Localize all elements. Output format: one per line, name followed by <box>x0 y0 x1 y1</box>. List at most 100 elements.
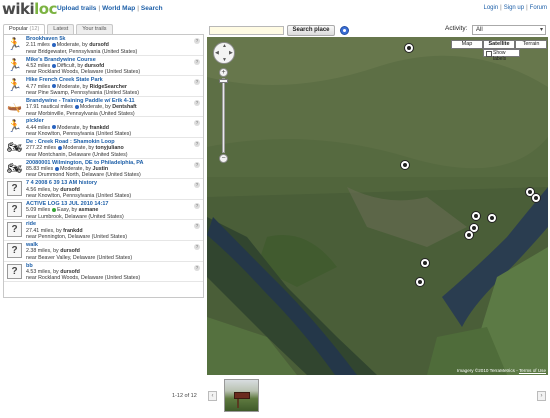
trail-list-item[interactable]: ? ACTIVE LOG 13 JUL 2010 14:17 5.09 miles E… <box>4 200 203 221</box>
tab-label: Latest <box>53 26 69 32</box>
forum-link[interactable]: Forum <box>530 5 547 11</box>
locate-icon[interactable] <box>340 26 349 35</box>
tab-latest[interactable]: Latest <box>47 24 75 34</box>
trail-distance: 27.41 miles <box>26 227 54 234</box>
help-icon[interactable]: ? <box>194 140 200 147</box>
trail-list-item[interactable]: 🏍 20080001 Wilmington, DE to Philadelphia… <box>4 159 203 180</box>
map-view[interactable]: ▲ ◀ ▶ ▼ + − Map Satellite Terrain Show l… <box>207 37 548 375</box>
trail-marker-icon[interactable] <box>415 277 425 287</box>
trail-by-label: by <box>82 42 88 49</box>
trail-location: near Montchanin, Delaware (United States… <box>26 151 128 158</box>
trail-title[interactable]: Brookhaven 5k <box>26 35 203 42</box>
trail-author[interactable]: dursofd <box>89 42 109 48</box>
help-icon[interactable]: ? <box>194 58 200 65</box>
trail-author[interactable]: frankdd <box>90 125 109 131</box>
trail-marker-icon[interactable] <box>487 213 497 223</box>
trail-author[interactable]: Dentshaft <box>112 104 136 110</box>
trail-author[interactable]: RidgeSearcher <box>90 84 127 90</box>
trail-list-item[interactable]: ? walk 2.38 miles, by dursofd near Beaver V… <box>4 241 203 262</box>
trail-by-label: by <box>53 268 59 275</box>
pan-left-icon[interactable]: ◀ <box>215 50 219 56</box>
show-labels-checkbox[interactable]: Show labels <box>483 49 520 62</box>
login-link[interactable]: Login <box>483 5 498 11</box>
trail-distance: 4.77 miles <box>26 83 51 90</box>
trail-list-item[interactable]: 🏃 Brookhaven 5k 2.11 miles Moderate, by dur… <box>4 35 203 56</box>
trail-title[interactable]: bb <box>26 262 203 269</box>
zoom-slider-handle[interactable] <box>219 79 228 83</box>
search-place-button[interactable]: Search place <box>287 25 335 36</box>
nav-upload-trails[interactable]: Upload trails <box>57 5 96 12</box>
trail-list-item[interactable]: ? ride 27.41 miles, by frankdd near Penning… <box>4 220 203 241</box>
trail-author[interactable]: dursofd <box>60 248 80 254</box>
trail-list-item[interactable]: 🏃 pickler 4.44 miles Moderate, by frankdd ne… <box>4 117 203 138</box>
trail-list-item[interactable]: 🏃 Hike French Creek State Park 4.77 miles M… <box>4 76 203 97</box>
trail-distance: 277.22 miles <box>26 145 57 152</box>
trail-title[interactable]: De : Creek Road : Shamokin Loop <box>26 138 203 145</box>
chevron-down-icon: ▾ <box>539 27 543 33</box>
activity-select[interactable]: All ▾ <box>472 25 546 35</box>
pan-down-icon[interactable]: ▼ <box>222 57 227 63</box>
trail-title[interactable]: ACTIVE LOG 13 JUL 2010 14:17 <box>26 200 203 207</box>
help-icon[interactable]: ? <box>194 38 200 44</box>
trail-photo-thumbnail[interactable] <box>224 379 259 412</box>
signup-link[interactable]: Sign up <box>504 5 524 11</box>
trail-title[interactable]: pickler <box>26 117 203 124</box>
trail-marker-icon[interactable] <box>531 193 541 203</box>
search-input[interactable] <box>209 26 284 35</box>
help-icon[interactable]: ? <box>194 243 200 250</box>
next-arrow-icon[interactable]: › <box>537 391 546 401</box>
trail-author[interactable]: frankdd <box>63 228 82 234</box>
question-icon: ? <box>7 242 22 258</box>
map-type-terrain[interactable]: Terrain <box>515 40 547 49</box>
trail-list-item[interactable]: ? bb 4.53 miles, by dursofd near Rockland W… <box>4 262 203 283</box>
tab-your-trails[interactable]: Your trails <box>76 24 113 34</box>
nav-world-map[interactable]: World Map <box>102 5 135 12</box>
trail-marker-icon[interactable] <box>471 211 481 221</box>
logo-text-wiki: wiki <box>2 0 35 18</box>
trail-list-item[interactable]: ? 7 4 2008 6 39 13 AM history 4.56 miles, … <box>4 179 203 200</box>
zoom-out-button[interactable]: − <box>219 154 228 163</box>
nav-search[interactable]: Search <box>141 5 163 12</box>
zoom-in-button[interactable]: + <box>219 68 228 77</box>
pan-right-icon[interactable]: ▶ <box>229 50 233 56</box>
trail-title[interactable]: ride <box>26 220 203 227</box>
help-icon[interactable]: ? <box>194 99 200 106</box>
trail-title[interactable]: Hike French Creek State Park <box>26 76 203 83</box>
map-type-map[interactable]: Map <box>451 40 483 49</box>
trail-author[interactable]: dursofd <box>60 269 80 275</box>
trail-title[interactable]: 20080001 Wilmington, DE to Philadelphia,… <box>26 159 203 166</box>
trail-difficulty: Moderate <box>60 165 83 172</box>
trail-title[interactable]: 7 4 2008 6 39 13 AM history <box>26 179 203 186</box>
trail-author[interactable]: dursofd <box>60 187 80 193</box>
trail-author[interactable]: Justin <box>93 166 109 172</box>
wikiloc-logo[interactable]: wikiloc <box>2 1 57 17</box>
help-icon[interactable]: ? <box>194 161 200 168</box>
tab-popular[interactable]: Popular (12) <box>3 24 46 34</box>
trail-marker-icon[interactable] <box>404 43 414 53</box>
trail-author[interactable]: dursofd <box>84 63 104 69</box>
help-icon[interactable]: ? <box>194 202 200 209</box>
prev-arrow-icon[interactable]: ‹ <box>208 391 217 401</box>
trail-author[interactable]: asmane <box>79 207 99 213</box>
difficulty-dot-icon <box>74 104 79 109</box>
help-icon[interactable]: ? <box>194 264 200 271</box>
terms-of-use-link[interactable]: Terms of Use <box>519 368 546 373</box>
trail-distance: 2.38 miles <box>26 248 51 255</box>
trail-marker-icon[interactable] <box>420 258 430 268</box>
trail-location: near Lumbrook, Delaware (United States) <box>26 213 124 220</box>
trail-marker-icon[interactable] <box>400 160 410 170</box>
difficulty-dot-icon <box>52 207 57 212</box>
trail-title[interactable]: walk <box>26 241 203 248</box>
trail-title[interactable]: Mike's Brandywine Course <box>26 56 203 63</box>
trail-list-item[interactable]: 🛶 Brandywine - Training Paddle w/ Erik 4-… <box>4 97 203 118</box>
map-pan-control[interactable]: ▲ ◀ ▶ ▼ <box>213 42 235 64</box>
trail-title[interactable]: Brandywine - Training Paddle w/ Erik 4-1… <box>26 97 203 104</box>
trail-distance: 4.56 miles <box>26 186 51 193</box>
trail-author[interactable]: tonyjuliano <box>95 145 123 151</box>
map-type-satellite[interactable]: Satellite <box>483 40 515 49</box>
trail-list-item[interactable]: 🏍 De : Creek Road : Shamokin Loop 277.22 m… <box>4 138 203 159</box>
trail-marker-icon[interactable] <box>464 230 474 240</box>
trail-list-item[interactable]: 🏃 Mike's Brandywine Course 4.52 miles Diffi… <box>4 56 203 77</box>
zoom-slider[interactable] <box>222 78 225 153</box>
pan-up-icon[interactable]: ▲ <box>222 43 227 49</box>
